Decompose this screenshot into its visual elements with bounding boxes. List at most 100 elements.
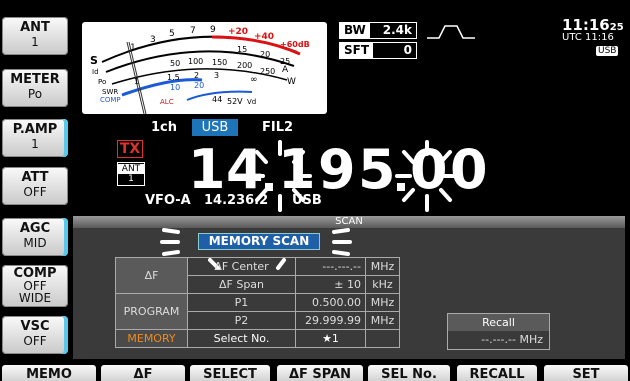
comp-width: WIDE bbox=[18, 291, 52, 305]
vfo-label: VFO-A bbox=[145, 193, 191, 208]
comp-button[interactable]: COMP OFF WIDE bbox=[2, 265, 68, 307]
po-scale-50: 50 bbox=[170, 59, 180, 68]
att-label: ATT bbox=[21, 170, 49, 185]
delta-f-span-button[interactable]: ΔF SPAN bbox=[277, 365, 363, 381]
s-scale-60: +60dB bbox=[280, 40, 310, 49]
delta-f-button[interactable]: ΔF bbox=[101, 365, 185, 381]
bw-display: BW 2.4k bbox=[339, 22, 417, 39]
recall-value: --.---.-- MHz bbox=[481, 333, 543, 346]
program-category: PROGRAM bbox=[115, 293, 188, 330]
id-label: Id bbox=[92, 68, 99, 76]
mode-badge: USB bbox=[192, 119, 238, 136]
memo-button[interactable]: MEMO bbox=[2, 365, 96, 381]
row-unit: MHz bbox=[365, 257, 400, 276]
agc-value: MID bbox=[23, 236, 47, 250]
table-row: ΔF ΔF Center ---.---.-- MHz bbox=[115, 257, 400, 294]
table-row: MEMORY Select No. ★1 bbox=[115, 329, 400, 348]
row-value[interactable]: ---.---.-- bbox=[295, 257, 366, 276]
preamp-button[interactable]: P.AMP 1 bbox=[2, 119, 68, 157]
vfo-mode: USB bbox=[292, 193, 322, 208]
filter-shape-icon bbox=[427, 25, 475, 39]
po-scale-100: 100 bbox=[188, 57, 203, 66]
s-scale-3: 3 bbox=[150, 35, 156, 45]
row-name: Select No. bbox=[187, 329, 296, 348]
meter-scale: 1 3 5 7 9 +20 +40 +60dB S A Id 15 20 25 … bbox=[90, 25, 310, 114]
id-scale-25: 25 bbox=[280, 57, 290, 66]
sft-label: SFT bbox=[340, 43, 374, 58]
scan-settings-table: ΔF ΔF Center ---.---.-- MHz ΔF Span ± 10… bbox=[115, 257, 400, 348]
recall-box: Recall --.---.-- MHz bbox=[447, 313, 550, 350]
ant-value: 1 bbox=[31, 35, 39, 49]
s-label: S bbox=[90, 54, 98, 67]
po-scale-150: 150 bbox=[212, 58, 227, 67]
alc-label: ALC bbox=[160, 98, 174, 106]
freq-digit-1: 1 bbox=[188, 138, 228, 201]
row-name: P1 bbox=[187, 293, 296, 312]
ant-badge: ANT 1 bbox=[117, 162, 145, 186]
a-label: A bbox=[282, 65, 289, 75]
memory-category: MEMORY bbox=[115, 329, 188, 348]
s-scale-1: 1 bbox=[130, 43, 136, 53]
po-scale-200: 200 bbox=[237, 61, 252, 70]
po-label: Po bbox=[98, 78, 106, 86]
ant-button[interactable]: ANT 1 bbox=[2, 17, 68, 55]
swr-scale-1: 1 bbox=[134, 77, 139, 86]
comp-label: COMP bbox=[100, 96, 121, 104]
s-scale-40: +40 bbox=[254, 32, 274, 42]
swr-scale-inf: ∞ bbox=[250, 75, 258, 85]
preamp-label: P.AMP bbox=[12, 122, 58, 137]
row-unit bbox=[365, 329, 400, 348]
row-value[interactable]: 29.999.99 bbox=[295, 311, 366, 330]
meter-button[interactable]: METER Po bbox=[2, 69, 68, 107]
s-scale-20: +20 bbox=[228, 27, 248, 37]
blink-indicator-icon bbox=[395, 140, 459, 212]
row-unit: MHz bbox=[365, 311, 400, 330]
vd-scale-52: 52V bbox=[227, 97, 243, 106]
sft-value: 0 bbox=[403, 43, 412, 57]
recall-button[interactable]: RECALL bbox=[457, 365, 537, 381]
agc-button[interactable]: AGC MID bbox=[2, 218, 68, 256]
att-button[interactable]: ATT OFF bbox=[2, 167, 68, 205]
ant-label: ANT bbox=[20, 20, 50, 35]
set-button[interactable]: SET bbox=[544, 365, 628, 381]
row-value[interactable]: ★1 bbox=[295, 329, 366, 348]
id-scale-15: 15 bbox=[237, 45, 247, 54]
w-label: W bbox=[287, 77, 296, 87]
vsc-label: VSC bbox=[20, 319, 50, 334]
row-value[interactable]: 0.500.00 bbox=[295, 293, 366, 312]
sel-no-button[interactable]: SEL No. bbox=[368, 365, 450, 381]
s-scale-7: 7 bbox=[190, 26, 196, 36]
analog-meter: 1 3 5 7 9 +20 +40 +60dB S A Id 15 20 25 … bbox=[82, 22, 327, 114]
row-value[interactable]: ± 10 bbox=[295, 275, 366, 294]
filter-label: FIL2 bbox=[262, 120, 294, 135]
att-value: OFF bbox=[23, 185, 47, 199]
row-unit: kHz bbox=[365, 275, 400, 294]
row-name: ΔF Span bbox=[187, 275, 296, 294]
swr-label: SWR bbox=[102, 88, 118, 96]
sft-display: SFT 0 bbox=[339, 42, 417, 59]
channel-label: 1ch bbox=[151, 120, 178, 135]
row-name: ΔF Center bbox=[187, 257, 296, 276]
vfo-freq: 14.236.2 bbox=[204, 193, 269, 208]
bw-value: 2.4k bbox=[382, 23, 412, 37]
s-scale-9: 9 bbox=[210, 25, 216, 35]
freq-digit-9: 9 bbox=[318, 138, 358, 201]
clock-utc: UTC 11:16 bbox=[562, 32, 614, 43]
row-unit: MHz bbox=[365, 293, 400, 312]
comp-scale-10: 10 bbox=[170, 83, 180, 92]
row-name: P2 bbox=[187, 311, 296, 330]
swr-scale-2: 2 bbox=[194, 71, 199, 80]
tx-indicator: TX bbox=[117, 140, 143, 158]
swr-scale-3: 3 bbox=[214, 71, 219, 80]
meter-label: METER bbox=[10, 72, 60, 87]
swr-scale-15: 1.5 bbox=[167, 73, 180, 82]
clock-mode-badge: USB bbox=[596, 46, 619, 56]
table-row: PROGRAM P1 0.500.00 MHz bbox=[115, 293, 400, 330]
vsc-button[interactable]: VSC OFF bbox=[2, 316, 68, 354]
id-scale-20: 20 bbox=[260, 50, 270, 59]
df-category: ΔF bbox=[115, 257, 188, 294]
vd-label: Vd bbox=[247, 98, 256, 106]
comp-scale-20: 20 bbox=[194, 81, 204, 90]
agc-label: AGC bbox=[19, 221, 51, 236]
select-button[interactable]: SELECT bbox=[190, 365, 270, 381]
